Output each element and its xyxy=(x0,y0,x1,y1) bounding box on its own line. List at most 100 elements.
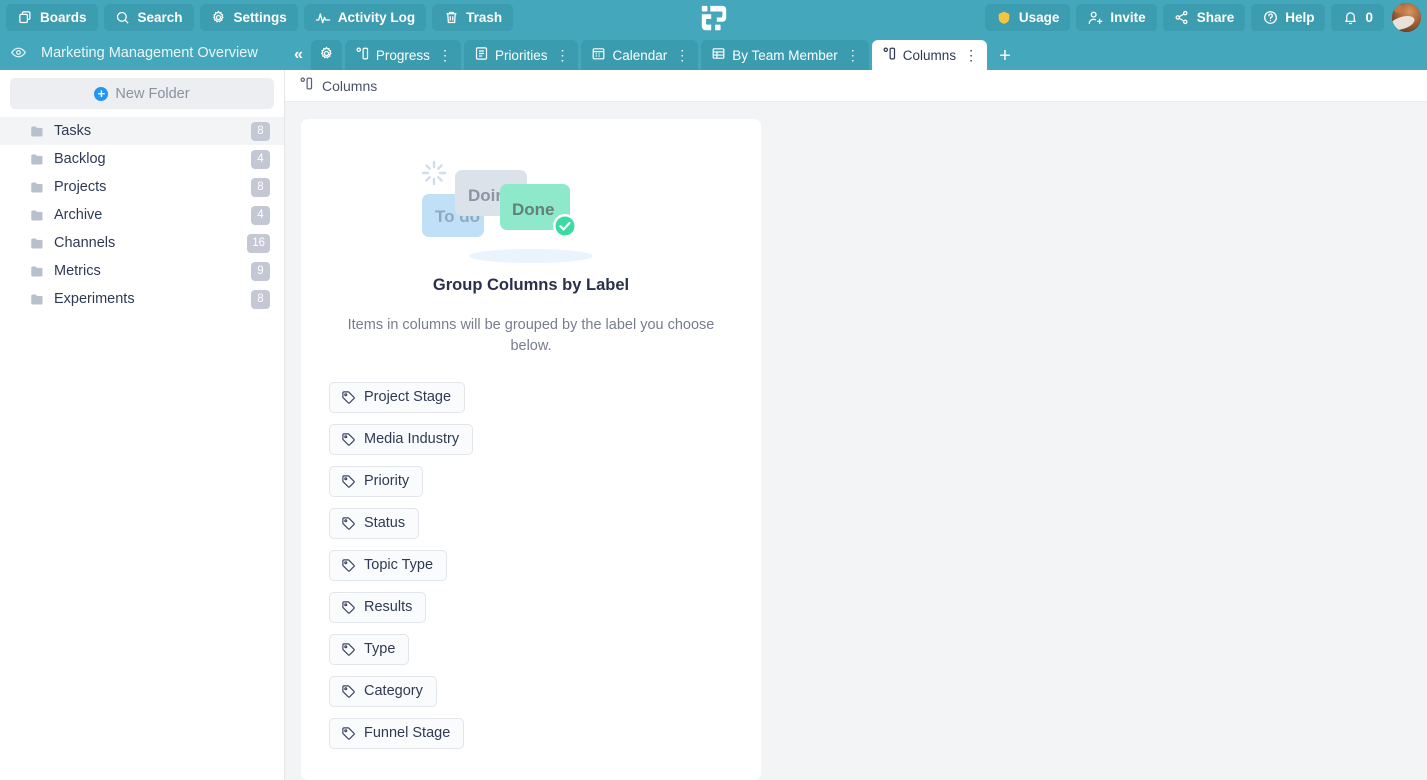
sidebar-item-channels[interactable]: Channels 16 xyxy=(0,229,284,257)
label-option-type[interactable]: Type xyxy=(329,633,410,665)
sidebar-item-projects[interactable]: Projects 8 xyxy=(0,173,284,201)
label-option-results[interactable]: Results xyxy=(329,591,427,623)
tag-icon xyxy=(341,600,356,615)
avatar[interactable] xyxy=(1392,3,1421,32)
tab-menu-icon[interactable]: ⋮ xyxy=(438,48,452,62)
usage-button[interactable]: Usage xyxy=(984,4,1071,31)
new-folder-label: New Folder xyxy=(115,85,190,102)
notifications-button[interactable]: 0 xyxy=(1331,4,1384,31)
tag-icon xyxy=(341,558,356,573)
shield-icon xyxy=(996,10,1012,26)
folder-name: Archive xyxy=(54,207,103,223)
boards-button[interactable]: Boards xyxy=(6,4,98,31)
folder-icon xyxy=(30,180,45,195)
help-label: Help xyxy=(1285,10,1315,25)
trash-label: Trash xyxy=(466,10,503,25)
tab-calendar[interactable]: Calendar ⋮ xyxy=(581,40,699,70)
tab-by-team-member[interactable]: By Team Member ⋮ xyxy=(701,40,869,70)
label-option-text: Results xyxy=(364,599,413,616)
columns-icon xyxy=(882,46,897,64)
breadcrumb: Columns xyxy=(285,70,1427,102)
tag-icon xyxy=(341,726,356,741)
folder-name: Tasks xyxy=(54,123,92,139)
tab-label: By Team Member xyxy=(732,47,838,63)
top-navigation-bar: Boards Search Settings Activity Log Tras… xyxy=(0,0,1427,35)
folder-icon xyxy=(30,208,45,223)
label-option-project-stage[interactable]: Project Stage xyxy=(329,381,466,413)
tab-priorities[interactable]: Priorities ⋮ xyxy=(463,40,579,70)
folder-count-badge: 8 xyxy=(251,289,270,309)
label-option-text: Media Industry xyxy=(364,431,460,448)
check-circle-icon xyxy=(553,213,577,238)
label-option-status[interactable]: Status xyxy=(329,507,420,539)
trash-icon xyxy=(443,10,459,26)
folder-icon xyxy=(30,152,45,167)
top-bar-right-group: Usage Invite Share Help 0 xyxy=(984,3,1421,32)
tab-menu-icon[interactable]: ⋮ xyxy=(964,48,978,62)
illustration: To do Doing Done xyxy=(301,145,761,270)
columns-icon xyxy=(355,46,370,64)
tab-settings[interactable] xyxy=(310,40,342,70)
settings-button[interactable]: Settings xyxy=(199,4,298,31)
folder-icon xyxy=(30,292,45,307)
gear-icon xyxy=(211,10,227,26)
folder-icon xyxy=(30,236,45,251)
notification-count: 0 xyxy=(1365,10,1373,25)
folder-icon xyxy=(30,264,45,279)
canvas: To do Doing Done Group Columns by Label … xyxy=(285,102,1427,780)
help-button[interactable]: Help xyxy=(1251,4,1326,31)
folder-name: Backlog xyxy=(54,151,106,167)
tab-label: Calendar xyxy=(612,47,668,63)
folder-count-badge: 4 xyxy=(251,205,270,225)
list-icon xyxy=(474,46,489,64)
label-option-text: Funnel Stage xyxy=(364,725,451,742)
sidebar-item-archive[interactable]: Archive 4 xyxy=(0,201,284,229)
sidebar-item-tasks[interactable]: Tasks 8 xyxy=(0,117,284,145)
invite-button[interactable]: Invite xyxy=(1076,4,1157,31)
group-columns-panel: To do Doing Done Group Columns by Label … xyxy=(301,119,761,780)
tab-label: Progress xyxy=(375,47,430,63)
add-tab-button[interactable]: + xyxy=(990,46,1020,70)
sidebar-item-experiments[interactable]: Experiments 8 xyxy=(0,285,284,313)
folder-count-badge: 4 xyxy=(251,149,270,169)
folder-icon xyxy=(30,124,45,139)
board-header-row: Marketing Management Overview « Progress… xyxy=(0,35,1427,70)
folder-name: Metrics xyxy=(54,263,101,279)
search-button[interactable]: Search xyxy=(103,4,194,31)
trash-button[interactable]: Trash xyxy=(432,4,514,31)
label-option-text: Priority xyxy=(364,473,410,490)
activity-log-button[interactable]: Activity Log xyxy=(303,4,427,31)
label-option-media-industry[interactable]: Media Industry xyxy=(329,423,474,455)
tab-columns[interactable]: Columns ⋮ xyxy=(871,40,988,70)
usage-label: Usage xyxy=(1018,10,1060,25)
label-options-list: Project Stage Media Industry Priority St… xyxy=(329,381,761,749)
page-title: Group Columns by Label xyxy=(432,276,630,294)
sidebar-item-backlog[interactable]: Backlog 4 xyxy=(0,145,284,173)
search-label: Search xyxy=(137,10,183,25)
tab-menu-icon[interactable]: ⋮ xyxy=(675,48,689,62)
board-title-bar: Marketing Management Overview xyxy=(0,35,285,70)
label-option-funnel-stage[interactable]: Funnel Stage xyxy=(329,717,465,749)
folder-count-badge: 9 xyxy=(251,261,270,281)
spinner-icon xyxy=(421,160,447,185)
app-logo[interactable] xyxy=(698,2,730,34)
label-option-text: Status xyxy=(364,515,406,532)
label-option-text: Project Stage xyxy=(364,389,452,406)
share-icon xyxy=(1174,10,1190,26)
label-option-topic-type[interactable]: Topic Type xyxy=(329,549,448,581)
tab-menu-icon[interactable]: ⋮ xyxy=(555,48,569,62)
label-option-category[interactable]: Category xyxy=(329,675,437,707)
tab-progress[interactable]: Progress ⋮ xyxy=(344,40,461,70)
sidebar-item-metrics[interactable]: Metrics 9 xyxy=(0,257,284,285)
share-button[interactable]: Share xyxy=(1162,4,1246,31)
panel-description: Items in columns will be grouped by the … xyxy=(347,317,715,355)
folder-name: Experiments xyxy=(54,291,135,307)
new-folder-button[interactable]: + New Folder xyxy=(10,78,274,109)
label-option-priority[interactable]: Priority xyxy=(329,465,424,497)
tab-menu-icon[interactable]: ⋮ xyxy=(846,48,860,62)
settings-label: Settings xyxy=(233,10,287,25)
collapse-left-icon[interactable]: « xyxy=(291,46,308,70)
eye-icon[interactable] xyxy=(10,44,27,61)
search-icon xyxy=(115,10,131,26)
boards-icon xyxy=(17,10,33,26)
